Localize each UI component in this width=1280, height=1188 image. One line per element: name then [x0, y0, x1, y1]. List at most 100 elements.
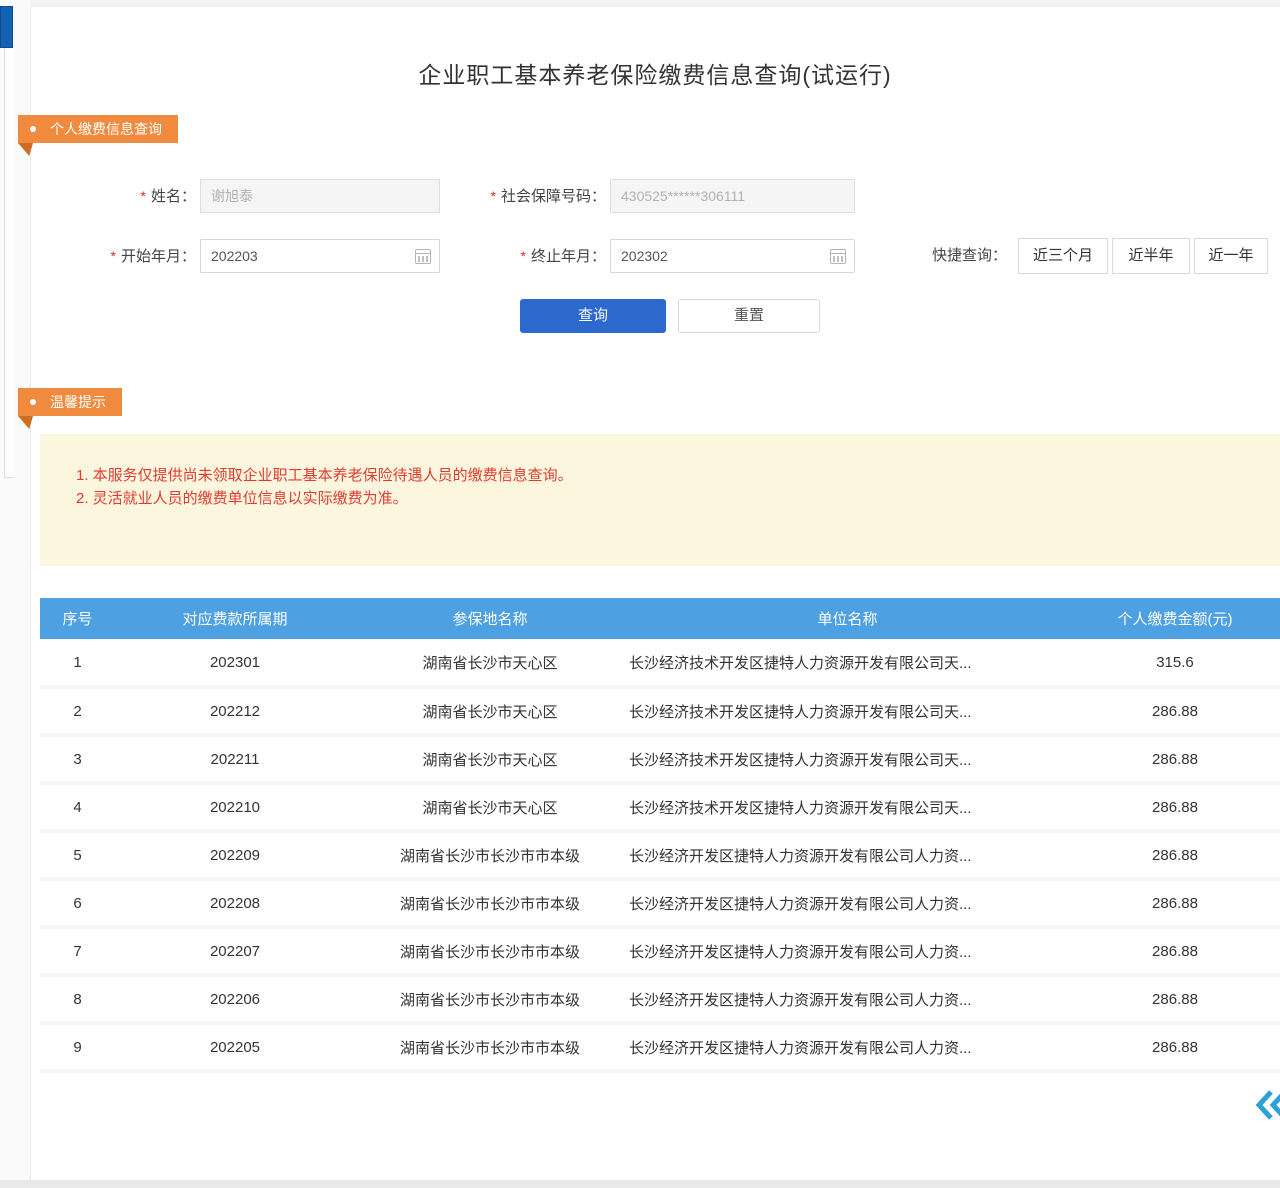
table-cell: 202212 — [115, 687, 355, 735]
ssn-field-value: 430525******306111 — [621, 188, 745, 204]
notice-line: 2. 灵活就业人员的缴费单位信息以实际缴费为准。 — [76, 487, 573, 510]
sidebar-tab[interactable] — [0, 6, 13, 48]
table-cell: 长沙经济开发区捷特人力资源开发有限公司人力资... — [625, 831, 1070, 879]
table-cell: 长沙经济开发区捷特人力资源开发有限公司人力资... — [625, 879, 1070, 927]
table-cell: 长沙经济开发区捷特人力资源开发有限公司人力资... — [625, 1023, 1070, 1071]
table-cell: 5 — [40, 831, 115, 879]
query-button[interactable]: 查询 — [520, 299, 666, 333]
table-cell: 202211 — [115, 735, 355, 783]
required-asterisk: * — [521, 248, 526, 264]
table-cell: 7 — [40, 927, 115, 975]
table-cell: 长沙经济技术开发区捷特人力资源开发有限公司天... — [625, 687, 1070, 735]
double-left-chevron-icon[interactable] — [1253, 1085, 1280, 1125]
name-label: *姓名： — [60, 179, 196, 213]
column-header: 对应费款所属期 — [115, 598, 355, 639]
quick-btn-last-3-months[interactable]: 近三个月 — [1018, 238, 1108, 274]
table-cell: 202210 — [115, 783, 355, 831]
table-cell: 长沙经济技术开发区捷特人力资源开发有限公司天... — [625, 783, 1070, 831]
table-cell: 286.88 — [1070, 975, 1280, 1023]
badge-dot-icon — [30, 399, 36, 405]
end-month-label: *终止年月： — [420, 239, 606, 273]
column-header: 序号 — [40, 598, 115, 639]
table-cell: 202205 — [115, 1023, 355, 1071]
table-cell: 湖南省长沙市天心区 — [355, 735, 625, 783]
name-field[interactable]: 谢旭泰 — [200, 179, 440, 213]
name-field-value: 谢旭泰 — [211, 188, 253, 204]
table-cell: 长沙经济开发区捷特人力资源开发有限公司人力资... — [625, 927, 1070, 975]
table-row: 6202208湖南省长沙市长沙市市本级长沙经济开发区捷特人力资源开发有限公司人力… — [40, 879, 1280, 927]
table-cell: 3 — [40, 735, 115, 783]
table-cell: 286.88 — [1070, 783, 1280, 831]
badge-dot-icon — [30, 126, 36, 132]
column-header: 单位名称 — [625, 598, 1070, 639]
table-cell: 湖南省长沙市天心区 — [355, 639, 625, 687]
page-title: 企业职工基本养老保险缴费信息查询(试运行) — [30, 56, 1280, 90]
notice-box: 1. 本服务仅提供尚未领取企业职工基本养老保险待遇人员的缴费信息查询。 2. 灵… — [40, 434, 1280, 566]
bottom-strip — [0, 1180, 1280, 1188]
table-cell: 长沙经济技术开发区捷特人力资源开发有限公司天... — [625, 639, 1070, 687]
table-cell: 长沙经济开发区捷特人力资源开发有限公司人力资... — [625, 975, 1070, 1023]
ssn-field[interactable]: 430525******306111 — [610, 179, 855, 213]
table-cell: 长沙经济技术开发区捷特人力资源开发有限公司天... — [625, 735, 1070, 783]
table-cell: 286.88 — [1070, 927, 1280, 975]
table-cell: 湖南省长沙市长沙市市本级 — [355, 831, 625, 879]
quick-btn-last-half-year[interactable]: 近半年 — [1112, 238, 1190, 274]
table-cell: 湖南省长沙市天心区 — [355, 687, 625, 735]
table-cell: 286.88 — [1070, 831, 1280, 879]
table-cell: 1 — [40, 639, 115, 687]
section-badge-tips-label: 温馨提示 — [50, 388, 106, 416]
table-cell: 2 — [40, 687, 115, 735]
calendar-icon[interactable] — [830, 249, 846, 264]
start-month-field[interactable]: 202203 — [200, 239, 440, 273]
table-row: 2202212湖南省长沙市天心区长沙经济技术开发区捷特人力资源开发有限公司天..… — [40, 687, 1280, 735]
table-cell: 286.88 — [1070, 879, 1280, 927]
table-cell: 9 — [40, 1023, 115, 1071]
ssn-label: *社会保障号码： — [420, 179, 606, 213]
table-cell: 湖南省长沙市长沙市市本级 — [355, 1023, 625, 1071]
table-cell: 286.88 — [1070, 687, 1280, 735]
table-cell: 315.6 — [1070, 639, 1280, 687]
end-month-field[interactable]: 202302 — [610, 239, 855, 273]
table-cell: 湖南省长沙市天心区 — [355, 783, 625, 831]
table-cell: 湖南省长沙市长沙市市本级 — [355, 975, 625, 1023]
quick-btn-last-year[interactable]: 近一年 — [1194, 238, 1268, 274]
table-row: 3202211湖南省长沙市天心区长沙经济技术开发区捷特人力资源开发有限公司天..… — [40, 735, 1280, 783]
table-cell: 202206 — [115, 975, 355, 1023]
table-cell: 4 — [40, 783, 115, 831]
table-cell: 202207 — [115, 927, 355, 975]
table-cell: 202209 — [115, 831, 355, 879]
table-cell: 202208 — [115, 879, 355, 927]
table-row: 4202210湖南省长沙市天心区长沙经济技术开发区捷特人力资源开发有限公司天..… — [40, 783, 1280, 831]
table-cell: 202301 — [115, 639, 355, 687]
required-asterisk: * — [141, 188, 146, 204]
table-cell: 6 — [40, 879, 115, 927]
table-row: 9202205湖南省长沙市长沙市市本级长沙经济开发区捷特人力资源开发有限公司人力… — [40, 1023, 1280, 1071]
table-cell: 湖南省长沙市长沙市市本级 — [355, 927, 625, 975]
table-row: 1202301湖南省长沙市天心区长沙经济技术开发区捷特人力资源开发有限公司天..… — [40, 639, 1280, 687]
collapsed-sidebar-outline — [4, 14, 14, 478]
page: 企业职工基本养老保险缴费信息查询(试运行) 个人缴费信息查询 *姓名： 谢旭泰 … — [0, 0, 1280, 1188]
table-cell: 286.88 — [1070, 1023, 1280, 1071]
column-header: 参保地名称 — [355, 598, 625, 639]
table-body: 1202301湖南省长沙市天心区长沙经济技术开发区捷特人力资源开发有限公司天..… — [40, 639, 1280, 1071]
notice-line: 1. 本服务仅提供尚未领取企业职工基本养老保险待遇人员的缴费信息查询。 — [76, 464, 573, 487]
table-cell: 湖南省长沙市长沙市市本级 — [355, 879, 625, 927]
start-month-label: *开始年月： — [60, 239, 196, 273]
table-row: 7202207湖南省长沙市长沙市市本级长沙经济开发区捷特人力资源开发有限公司人力… — [40, 927, 1280, 975]
notice-lines: 1. 本服务仅提供尚未领取企业职工基本养老保险待遇人员的缴费信息查询。 2. 灵… — [76, 464, 573, 510]
reset-button[interactable]: 重置 — [678, 299, 820, 333]
table-row: 5202209湖南省长沙市长沙市市本级长沙经济开发区捷特人力资源开发有限公司人力… — [40, 831, 1280, 879]
quick-query-label: 快捷查询： — [932, 238, 1007, 274]
table-cell: 8 — [40, 975, 115, 1023]
section-badge-query: 个人缴费信息查询 — [18, 115, 178, 143]
start-month-value: 202203 — [211, 248, 258, 264]
required-asterisk: * — [111, 248, 116, 264]
end-month-value: 202302 — [621, 248, 668, 264]
table-row: 8202206湖南省长沙市长沙市市本级长沙经济开发区捷特人力资源开发有限公司人力… — [40, 975, 1280, 1023]
section-badge-query-label: 个人缴费信息查询 — [50, 115, 162, 143]
required-asterisk: * — [491, 188, 496, 204]
section-badge-tips: 温馨提示 — [18, 388, 122, 416]
column-header: 个人缴费金额(元) — [1070, 598, 1280, 639]
table-header-row: 序号对应费款所属期参保地名称单位名称个人缴费金额(元) — [40, 598, 1280, 639]
results-table: 序号对应费款所属期参保地名称单位名称个人缴费金额(元) 1202301湖南省长沙… — [40, 598, 1280, 1073]
